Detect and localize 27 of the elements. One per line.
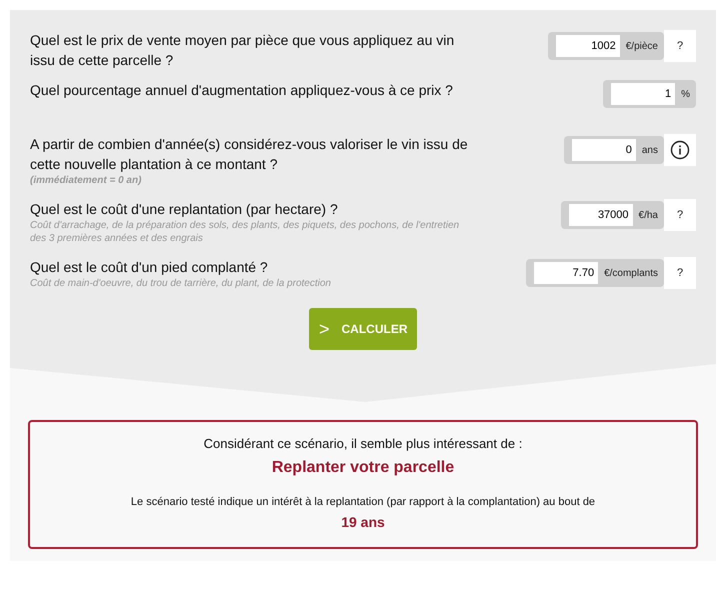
- unit-label: €/pièce: [626, 40, 658, 54]
- unit-label: €/complants: [604, 266, 658, 280]
- question-label: Quel est le coût d'une replantation (par hectare) ?: [30, 200, 339, 219]
- input-field[interactable]: 0: [572, 139, 636, 161]
- input-field[interactable]: 37000: [568, 204, 633, 226]
- info-button[interactable]: [664, 134, 696, 166]
- result-decision: Replanter votre parcelle: [272, 458, 454, 478]
- help-button[interactable]: ?: [664, 30, 696, 62]
- hint-text: Coût de main-d'oeuvre, du trou de tarrière, du plant, de la protection: [30, 277, 332, 290]
- hint-text: Coût d'arrachage, de la préparation des sols, des plants, des piquets, des pochons, de l'entretien des 3 premières années et des engrais: [30, 219, 460, 245]
- help-button[interactable]: ?: [664, 199, 696, 231]
- question-label: Quel est le prix de vente moyen par pièce que vous appliquez au vin issu de cette parcelle ?: [30, 31, 456, 70]
- input-field[interactable]: 7.70: [534, 262, 598, 284]
- result-years: 19 ans: [341, 513, 385, 532]
- question-label: A partir de combien d'année(s) considérez-vous valoriser le vin issu de cette nouvelle plantation à ce montant ?: [30, 135, 469, 174]
- unit-label: ans: [642, 144, 658, 158]
- question-label: Quel pourcentage annuel d'augmentation appliquez-vous à ce prix ?: [30, 81, 454, 100]
- input-field[interactable]: 1002: [556, 35, 620, 57]
- question-label: Quel est le coût d'un pied complanté ?: [30, 258, 269, 277]
- unit-label: €/ha: [638, 208, 658, 222]
- info-icon: [670, 140, 690, 160]
- help-button[interactable]: ?: [664, 257, 696, 289]
- result-detail: Le scénario testé indique un intérêt à la replantation (par rapport à la complantation) au bout de: [130, 494, 596, 510]
- input-field[interactable]: 1: [611, 83, 676, 105]
- result-intro: Considérant ce scénario, il semble plus intéressant de :: [204, 435, 522, 453]
- unit-label: %: [681, 88, 690, 102]
- hint-text: (immédiatement = 0 an): [30, 174, 142, 187]
